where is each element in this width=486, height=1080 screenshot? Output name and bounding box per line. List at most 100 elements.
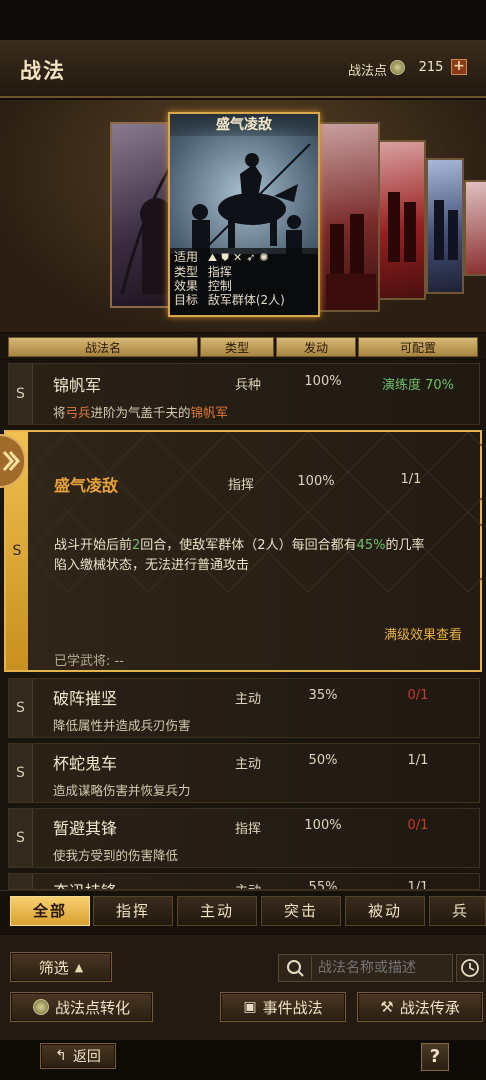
bottom-panel bbox=[0, 935, 486, 1040]
search-input[interactable] bbox=[318, 954, 448, 982]
clock-icon[interactable] bbox=[456, 954, 484, 982]
tactic-card-right-2[interactable] bbox=[378, 140, 426, 300]
featured-card-title: 盛气凌敌 bbox=[170, 114, 318, 136]
featured-card-info: 适用 ⛰⛊✕➶✺ 类型 指挥 效果 控制 目标 敌军群体(2人) bbox=[170, 248, 318, 315]
tactic-desc: 降低属性并造成兵刃伤害 bbox=[53, 718, 191, 733]
tactic-config: 1/1 bbox=[407, 753, 429, 768]
back-label: 返回 bbox=[72, 1049, 101, 1065]
tactic-name: 杯蛇鬼车 bbox=[53, 754, 118, 773]
search-icon[interactable] bbox=[280, 956, 312, 980]
info-value: 指挥 bbox=[207, 265, 232, 279]
desc-part: 进阶为气盖千夫的 bbox=[90, 405, 191, 420]
convert-points-button[interactable]: 战法点转化 bbox=[10, 992, 153, 1022]
tab-assault[interactable]: 突击 bbox=[261, 896, 341, 926]
page-title: 战法 bbox=[20, 59, 66, 83]
desc-highlight: 45% bbox=[356, 538, 386, 553]
tactic-row-zanbiqifeng[interactable]: S 暂避其锋 指挥 100% 0/1 使我方受到的伤害降低 bbox=[8, 808, 480, 868]
tactic-points-label: 战法点 bbox=[348, 64, 388, 79]
tactic-row-beisheguiche[interactable]: S 杯蛇鬼车 主动 50% 1/1 造成谋略伤害并恢复兵力 bbox=[8, 743, 480, 803]
info-value: 敌军群体(2人) bbox=[207, 293, 285, 307]
tab-passive[interactable]: 被动 bbox=[345, 896, 425, 926]
grade-badge: S bbox=[9, 744, 33, 802]
expand-indicator bbox=[0, 434, 26, 488]
tactic-config: 1/1 bbox=[400, 472, 422, 487]
tactic-card-right-4[interactable] bbox=[464, 180, 486, 276]
tactic-name: 暂避其锋 bbox=[53, 819, 118, 838]
info-key: 类型 bbox=[174, 265, 199, 279]
grade-badge: S bbox=[9, 364, 33, 424]
tactic-type: 主动 bbox=[234, 692, 261, 707]
add-points-button[interactable]: + bbox=[451, 59, 467, 75]
hammer-icon: ⚒ bbox=[380, 998, 394, 1016]
tactic-type: 兵种 bbox=[234, 378, 261, 393]
desc-part: 将 bbox=[53, 405, 66, 420]
tactic-points-icon bbox=[390, 60, 405, 75]
back-arrow-icon: ↰ bbox=[55, 1048, 67, 1064]
inherit-tactic-button[interactable]: ⚒ 战法传承 bbox=[357, 992, 483, 1022]
desc-part: 战斗开始后前 bbox=[54, 538, 133, 553]
info-row-target: 目标 敌军群体(2人) bbox=[174, 293, 314, 307]
tactic-points-value: 215 bbox=[418, 60, 444, 75]
info-row-applicable: 适用 ⛰⛊✕➶✺ bbox=[174, 250, 314, 265]
full-level-effect-link[interactable]: 满级效果查看 bbox=[384, 624, 462, 643]
convert-label: 战法点转化 bbox=[54, 998, 130, 1017]
tactic-rate: 55% bbox=[308, 880, 338, 890]
desc-part: 陷入缴械状态，无法进行普通攻击 bbox=[54, 558, 250, 573]
grade-badge: S bbox=[9, 679, 33, 737]
scroll-icon: ▣ bbox=[243, 999, 257, 1015]
tactic-rate: 35% bbox=[308, 688, 338, 703]
tactic-name: 破阵摧坚 bbox=[53, 689, 118, 708]
tactic-card-right-1[interactable] bbox=[318, 122, 380, 312]
event-label: 事件战法 bbox=[262, 998, 323, 1017]
tactic-name: 盛气凌敌 bbox=[54, 476, 119, 495]
tactic-desc: 使我方受到的伤害降低 bbox=[53, 848, 179, 863]
col-header-rate[interactable]: 发动 bbox=[276, 337, 356, 357]
triangle-up-icon: ▲ bbox=[74, 960, 84, 974]
filter-button[interactable]: 筛选 ▲ bbox=[10, 952, 112, 982]
info-value: 控制 bbox=[207, 279, 232, 293]
coin-icon bbox=[32, 999, 49, 1015]
tactic-type: 指挥 bbox=[227, 478, 254, 493]
tactic-config: 0/1 bbox=[407, 688, 429, 703]
tactic-drill: 演练度 70% bbox=[381, 378, 455, 393]
tactic-config: 0/1 bbox=[407, 818, 429, 833]
tactic-card-right-3[interactable] bbox=[426, 158, 464, 294]
tactic-type: 主动 bbox=[223, 880, 273, 889]
info-key: 目标 bbox=[174, 293, 199, 307]
tactic-rate: 50% bbox=[308, 753, 338, 768]
back-button[interactable]: ↰ 返回 bbox=[40, 1043, 116, 1069]
tactic-desc: 战斗开始后前2回合，使敌军群体（2人）每回合都有45%的几率 陷入缴械状态，无法… bbox=[54, 536, 474, 576]
desc-highlight: 锦帆军 bbox=[190, 405, 229, 420]
help-button[interactable]: ? bbox=[421, 1043, 449, 1071]
tactic-row-expanded[interactable]: S 盛气凌敌 指挥 100% 1/1 战斗开始后前2回合，使敌军群体（2人）每回… bbox=[4, 430, 482, 672]
desc-highlight: 弓兵 bbox=[65, 405, 91, 420]
tab-troop[interactable]: 兵种 bbox=[429, 896, 486, 926]
learned-generals: 已学武将: -- bbox=[54, 654, 124, 669]
tactic-row-jinfanjun[interactable]: S 锦帆军 兵种 100% 演练度 70% 将弓兵进阶为气盖千夫的锦帆军 bbox=[8, 363, 480, 425]
tactic-card-left[interactable] bbox=[110, 122, 176, 308]
tactic-desc: 造成谋略伤害并恢复兵力 bbox=[53, 783, 191, 798]
tactic-rate: 100% bbox=[297, 474, 335, 489]
tactic-rate: 100% bbox=[304, 818, 342, 833]
tactic-desc: 将弓兵进阶为气盖千夫的锦帆军 bbox=[53, 402, 228, 421]
info-key: 效果 bbox=[174, 279, 199, 293]
col-header-config[interactable]: 可配置 bbox=[358, 337, 478, 357]
tactic-config: 1/1 bbox=[407, 880, 429, 890]
tactic-row-pozhencuijian[interactable]: S 破阵摧坚 主动 35% 0/1 降低属性并造成兵刃伤害 bbox=[8, 678, 480, 738]
col-header-type[interactable]: 类型 bbox=[200, 337, 274, 357]
grade-badge bbox=[9, 874, 33, 889]
tab-all[interactable]: 全部 bbox=[10, 896, 90, 926]
status-bar bbox=[0, 0, 486, 40]
tactic-rate: 100% bbox=[304, 374, 342, 389]
col-header-name[interactable]: 战法名 bbox=[8, 337, 198, 357]
tactic-type: 主动 bbox=[234, 757, 261, 772]
event-tactic-button[interactable]: ▣ 事件战法 bbox=[220, 992, 346, 1022]
tactic-row-partial[interactable]: 奋迅持锋 主动 55% 1/1 bbox=[8, 873, 480, 890]
troop-type-icons: ⛰⛊✕➶✺ bbox=[207, 251, 273, 264]
info-key: 适用 bbox=[174, 250, 199, 264]
info-row-type: 类型 指挥 bbox=[174, 265, 314, 279]
filter-label: 筛选 bbox=[38, 958, 69, 977]
tab-active[interactable]: 主动 bbox=[177, 896, 257, 926]
tactic-type: 指挥 bbox=[234, 822, 261, 837]
tab-command[interactable]: 指挥 bbox=[93, 896, 173, 926]
